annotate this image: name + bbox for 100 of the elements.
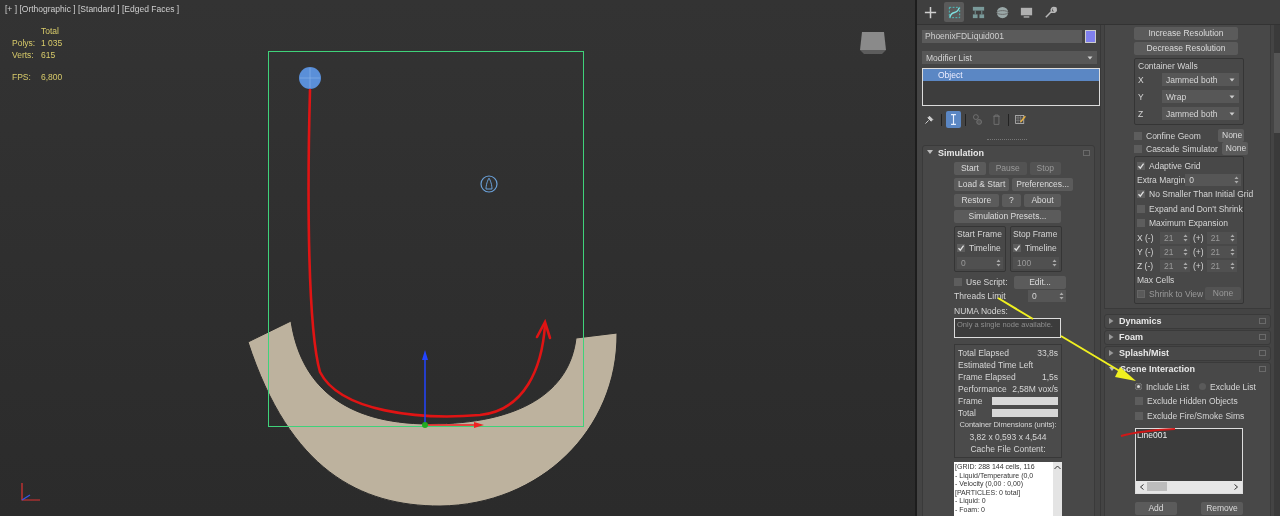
axis-tripod-icon bbox=[21, 482, 41, 501]
pick-button[interactable]: None bbox=[1221, 142, 1248, 155]
simulation-button[interactable]: Start bbox=[954, 162, 986, 175]
expand-triangle-icon[interactable] bbox=[1109, 334, 1114, 340]
rollout-header[interactable]: Splash/Mist bbox=[1105, 346, 1270, 360]
scroll-up-icon[interactable] bbox=[1054, 465, 1061, 470]
checkbox-label: Timeline bbox=[1025, 243, 1057, 253]
simulation-button[interactable]: About bbox=[1024, 194, 1061, 207]
group-title: Start Frame bbox=[957, 229, 1003, 239]
view-cube-icon bbox=[860, 32, 886, 54]
stat-label: Frame Elapsed bbox=[958, 372, 1016, 382]
axis-label: X bbox=[1138, 74, 1145, 85]
viewport-label[interactable]: [+ ] [Orthographic ] [Standard ] [Edged Faces ] bbox=[5, 4, 180, 14]
checkbox-label: Confine Geom bbox=[1146, 130, 1202, 141]
stack-item[interactable]: Object bbox=[923, 69, 1099, 81]
axis-label: Y (-) bbox=[1137, 246, 1155, 257]
edit-button[interactable]: Edit... bbox=[1014, 275, 1066, 289]
stat-value: 615 bbox=[41, 50, 57, 61]
group-title: Stop Frame bbox=[1013, 229, 1059, 239]
checkbox-label: Exclude Hidden Objects bbox=[1147, 396, 1238, 406]
axis-label: Y bbox=[1138, 91, 1145, 102]
spinner-field[interactable]: 0 bbox=[1185, 174, 1241, 186]
spinner-arrows-icon[interactable] bbox=[1234, 176, 1239, 184]
collapse-triangle-icon[interactable] bbox=[927, 150, 933, 155]
checkbox-label: Adaptive Grid bbox=[1149, 161, 1201, 171]
stat-label: Estimated Time Left bbox=[958, 360, 1034, 370]
progress-label: Frame bbox=[958, 396, 984, 406]
caret-icon[interactable] bbox=[1229, 94, 1235, 99]
stat-value: 1,5s bbox=[1041, 372, 1058, 382]
checkbox-label: No Smaller Than Initial Grid bbox=[1149, 189, 1254, 200]
pick-button[interactable]: None bbox=[1218, 129, 1244, 142]
stat-value: 2,58M vox/s bbox=[1012, 384, 1058, 394]
wall-dropdown[interactable]: Jammed both bbox=[1162, 73, 1239, 86]
stat-label: Verts: bbox=[12, 50, 35, 61]
axis-label: (+) bbox=[1193, 260, 1204, 271]
stat-label: Total Elapsed bbox=[958, 348, 1010, 358]
modifier-list-dropdown[interactable]: Modifier List bbox=[922, 51, 1097, 64]
color-swatch[interactable] bbox=[1085, 30, 1096, 43]
simulation-button[interactable]: Load & Start bbox=[954, 178, 1010, 191]
checkbox-label: Use Script: bbox=[966, 277, 1009, 287]
spinner-arrows-icon[interactable] bbox=[1052, 259, 1057, 267]
field-label: NUMA Nodes: bbox=[954, 306, 1009, 316]
stat-label: Performance bbox=[958, 384, 1007, 394]
axis-label: Z bbox=[1138, 108, 1145, 119]
caret-icon[interactable] bbox=[1087, 55, 1093, 60]
group-title: Container Walls bbox=[1138, 61, 1198, 71]
field-label: Extra Margin bbox=[1137, 175, 1186, 185]
stat-value: 1 035 bbox=[41, 38, 63, 49]
simulation-button[interactable]: ? bbox=[1001, 194, 1022, 207]
rollout-header[interactable]: Foam bbox=[1105, 330, 1270, 344]
fps-label: FPS: bbox=[12, 72, 32, 82]
section-label: Max Cells bbox=[1137, 274, 1175, 285]
axis-label: (+) bbox=[1193, 232, 1204, 243]
checkbox-label: Timeline bbox=[969, 243, 1001, 253]
progress-label: Total bbox=[958, 408, 977, 418]
scroll-right-icon[interactable] bbox=[1234, 483, 1238, 490]
scrollbar[interactable] bbox=[1053, 462, 1062, 516]
checkbox-label: Expand and Don't Shrink bbox=[1149, 203, 1243, 214]
modifier-stack[interactable]: Object bbox=[922, 68, 1100, 106]
list-button[interactable]: Remove bbox=[1201, 502, 1243, 515]
caret-icon[interactable] bbox=[1229, 111, 1235, 116]
simulation-button[interactable]: Preferences... bbox=[1012, 178, 1074, 191]
resolution-button[interactable]: Increase Resolution bbox=[1134, 27, 1238, 40]
object-list[interactable]: Line001 bbox=[1135, 427, 1243, 494]
expand-triangle-icon[interactable] bbox=[1109, 318, 1114, 324]
checkbox-label: Shrink to View bbox=[1149, 288, 1201, 299]
axis-label: X (-) bbox=[1137, 232, 1155, 243]
spinner-field[interactable]: 0 bbox=[1028, 290, 1066, 302]
spinner-field[interactable]: 0 bbox=[957, 257, 1003, 269]
simulation-button[interactable]: Restore bbox=[954, 194, 999, 207]
spinner-arrows-icon[interactable] bbox=[1059, 292, 1064, 300]
name-field[interactable]: PhoenixFDLiquid001 bbox=[922, 30, 1082, 43]
fps-value: 6,800 bbox=[41, 72, 63, 82]
resolution-button[interactable]: Decrease Resolution bbox=[1134, 42, 1238, 55]
presets-button[interactable]: Simulation Presets... bbox=[954, 210, 1061, 223]
wall-dropdown[interactable]: Jammed both bbox=[1162, 107, 1239, 120]
scrollbar[interactable] bbox=[1136, 480, 1242, 493]
radio-label: Include List bbox=[1146, 381, 1189, 392]
rollout-header[interactable]: Dynamics bbox=[1105, 314, 1270, 328]
axis-label: (+) bbox=[1193, 246, 1204, 257]
wall-dropdown[interactable]: Wrap bbox=[1162, 90, 1239, 103]
spinner-arrows-icon[interactable] bbox=[996, 259, 1001, 267]
spinner-field[interactable]: 100 bbox=[1013, 257, 1059, 269]
stat-label: Polys: bbox=[12, 38, 37, 49]
caret-icon[interactable] bbox=[1229, 77, 1235, 82]
light-bulb-icon bbox=[480, 175, 498, 193]
expand-triangle-icon[interactable] bbox=[1109, 350, 1114, 356]
sphere-icon bbox=[299, 67, 321, 89]
stats-header: Total bbox=[41, 26, 60, 37]
scroll-left-icon[interactable] bbox=[1140, 483, 1144, 490]
collapse-triangle-icon[interactable] bbox=[1109, 366, 1115, 372]
rollout-header[interactable]: Simulation bbox=[923, 146, 1094, 159]
radio-label: Exclude List bbox=[1210, 381, 1256, 392]
scrollbar[interactable] bbox=[1274, 25, 1280, 516]
checkbox-label: Cascade Simulator bbox=[1146, 143, 1218, 154]
list-button[interactable]: Add bbox=[1135, 502, 1177, 515]
radio-button[interactable] bbox=[1135, 383, 1142, 390]
cache-label: Cache File Content: bbox=[969, 443, 1047, 455]
list-item[interactable]: Line001 bbox=[1137, 429, 1241, 440]
stat-value: 33,8s bbox=[1037, 348, 1058, 358]
